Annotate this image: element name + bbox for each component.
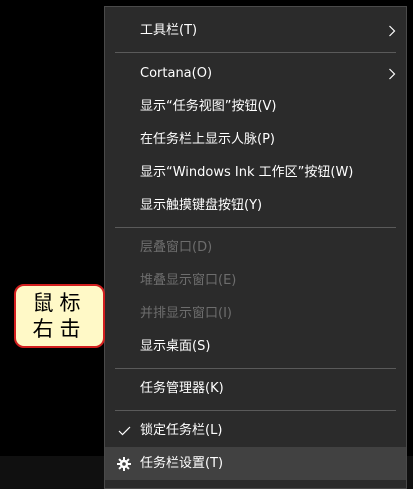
menu-item-show-ink-workspace[interactable]: 显示“Windows Ink 工作区”按钮(W)	[105, 156, 406, 189]
menu-item-cortana[interactable]: Cortana(O)	[105, 57, 406, 90]
gear-icon	[116, 447, 132, 480]
taskbar-context-menu: 工具栏(T) Cortana(O) 显示“任务视图”按钮(V) 在任务栏上显示人…	[104, 6, 407, 489]
menu-item-show-ink-workspace-label: 显示“Windows Ink 工作区”按钮(W)	[140, 165, 354, 180]
menu-item-stacked-windows-label: 堆叠显示窗口(E)	[140, 273, 237, 288]
menu-item-show-touch-keyboard[interactable]: 显示触摸键盘按钮(Y)	[105, 189, 406, 222]
menu-item-show-people[interactable]: 在任务栏上显示人脉(P)	[105, 123, 406, 156]
menu-item-task-manager[interactable]: 任务管理器(K)	[105, 372, 406, 405]
menu-item-toolbars[interactable]: 工具栏(T)	[105, 14, 406, 47]
menu-item-show-people-label: 在任务栏上显示人脉(P)	[140, 132, 275, 147]
callout-line-2: 右击	[32, 317, 87, 341]
checkmark-icon	[116, 414, 132, 447]
callout-line-1: 鼠标	[32, 291, 87, 315]
right-click-callout: 鼠标 右击	[14, 284, 105, 348]
menu-item-show-touch-keyboard-label: 显示触摸键盘按钮(Y)	[140, 198, 263, 213]
menu-item-cascade-windows-label: 层叠窗口(D)	[140, 240, 213, 255]
chevron-right-icon	[386, 14, 398, 47]
menu-separator	[115, 410, 396, 411]
chevron-right-icon	[386, 57, 398, 90]
menu-item-cortana-label: Cortana(O)	[140, 66, 213, 81]
menu-item-lock-taskbar-label: 锁定任务栏(L)	[140, 423, 223, 438]
menu-separator	[115, 368, 396, 369]
menu-item-toolbars-label: 工具栏(T)	[140, 23, 198, 38]
menu-separator	[115, 227, 396, 228]
menu-item-side-by-side-windows-label: 并排显示窗口(I)	[140, 306, 232, 321]
menu-item-show-desktop[interactable]: 显示桌面(S)	[105, 330, 406, 363]
menu-item-taskbar-settings[interactable]: 任务栏设置(T)	[105, 447, 406, 480]
menu-item-show-desktop-label: 显示桌面(S)	[140, 339, 211, 354]
menu-item-side-by-side-windows: 并排显示窗口(I)	[105, 297, 406, 330]
menu-item-task-manager-label: 任务管理器(K)	[140, 381, 224, 396]
menu-item-stacked-windows: 堆叠显示窗口(E)	[105, 264, 406, 297]
menu-item-show-task-view[interactable]: 显示“任务视图”按钮(V)	[105, 90, 406, 123]
menu-item-show-task-view-label: 显示“任务视图”按钮(V)	[140, 99, 277, 114]
menu-item-lock-taskbar[interactable]: 锁定任务栏(L)	[105, 414, 406, 447]
menu-separator	[115, 52, 396, 53]
menu-item-cascade-windows: 层叠窗口(D)	[105, 231, 406, 264]
menu-item-taskbar-settings-label: 任务栏设置(T)	[140, 456, 224, 471]
